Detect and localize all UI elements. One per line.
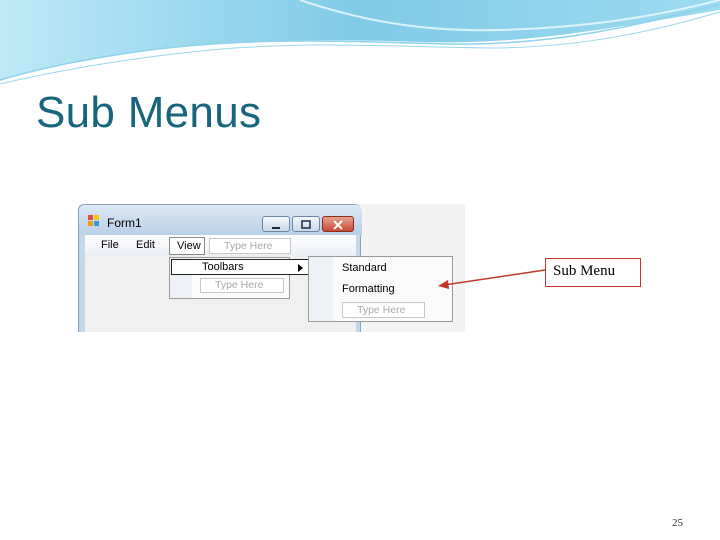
menu-file[interactable]: File	[101, 239, 119, 251]
menubar-type-here-text: Type Here	[224, 240, 273, 252]
menu-edit[interactable]: Edit	[136, 239, 155, 251]
minimize-button[interactable]	[262, 216, 290, 232]
callout-arrow	[438, 269, 546, 289]
form-icon	[88, 215, 99, 226]
menu-item-toolbars[interactable]: Toolbars	[171, 259, 311, 275]
menubar-type-here-field[interactable]: Type Here	[209, 238, 291, 254]
menu-view-label: View	[177, 240, 201, 252]
view-dropdown: Toolbars Type Here	[169, 257, 311, 299]
submenu-item-formatting[interactable]: Formatting	[342, 283, 395, 295]
minimize-icon	[272, 227, 280, 229]
submenu-type-here-field[interactable]: Type Here	[342, 302, 425, 318]
submenu-gutter	[309, 257, 333, 321]
dropdown-type-here-field[interactable]: Type Here	[200, 278, 284, 293]
window-title: Form1	[107, 216, 142, 230]
page-number: 25	[672, 517, 683, 529]
slide-title: Sub Menus	[36, 88, 262, 137]
designer-screenshot: Form1 File Edit View Type Here Toolbars …	[78, 204, 465, 332]
sub-menu-callout-label: Sub Menu	[553, 263, 616, 279]
menu-item-toolbars-label: Toolbars	[202, 261, 244, 273]
window-titlebar: Form1	[79, 205, 362, 235]
menu-strip: File Edit View Type Here	[85, 235, 356, 257]
menu-view[interactable]: View	[169, 237, 205, 255]
submenu-type-here-text: Type Here	[357, 304, 406, 316]
sub-menu-callout: Sub Menu	[545, 258, 641, 287]
header-wave-decoration	[0, 0, 720, 85]
submenu-item-standard[interactable]: Standard	[342, 262, 387, 274]
submenu-arrow-icon	[298, 264, 303, 272]
maximize-button[interactable]	[292, 216, 320, 232]
close-button[interactable]	[322, 216, 354, 232]
dropdown-type-here-text: Type Here	[215, 279, 264, 291]
maximize-icon	[301, 220, 311, 229]
close-icon	[333, 220, 343, 230]
